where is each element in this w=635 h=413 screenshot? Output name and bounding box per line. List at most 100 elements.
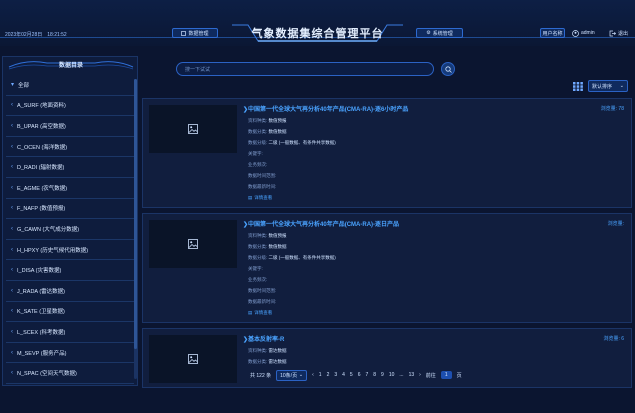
image-placeholder-icon [188, 124, 198, 134]
chevron-down-icon: ⌄ [298, 371, 304, 378]
meta-frequency: 业务频次: [248, 277, 268, 282]
data-manage-button[interactable]: 数据管理 [172, 28, 218, 38]
meta-frequency: 业务频次: [248, 162, 268, 167]
chevron-left-icon: ‹ [11, 308, 13, 315]
page-5[interactable]: 5 [350, 372, 353, 378]
dataset-title-link[interactable]: ❯中国第一代全球大气再分析40年产品(CMA-RA)-逐日产品 [243, 219, 399, 228]
catalog-item-i-disa[interactable]: ‹ I_DISA (灾害数据) [6, 260, 134, 281]
dataset-title: 基本反射率-R [248, 337, 285, 343]
search-button[interactable] [441, 62, 455, 76]
page-6[interactable]: 6 [358, 372, 361, 378]
meta-level: 数据分级: 二级 (一般数据、有条件共享数据) [248, 140, 336, 145]
data-manage-label: 数据管理 [188, 30, 209, 37]
chevron-left-icon: ‹ [11, 246, 13, 253]
meta-time-range: 数据时间范围: [248, 173, 277, 178]
user-name-label: 用户名称 [542, 30, 563, 37]
catalog-item-k-sate[interactable]: ‹ K_SATE (卫星数据) [6, 302, 134, 323]
page-2[interactable]: 2 [327, 372, 330, 378]
page-size-select[interactable]: 10条/页 ⌄ [276, 369, 308, 381]
sort-select[interactable]: 默认排序 ⌄ [588, 80, 628, 92]
catalog-item-l-scex[interactable]: ‹ L_SCEX (科考数据) [6, 322, 134, 343]
search-input[interactable]: 搜一下试试 [176, 62, 434, 76]
page-8[interactable]: 8 [373, 372, 376, 378]
next-page-button[interactable]: › [419, 372, 421, 378]
catalog-item-label: 全部 [18, 82, 30, 89]
page-last[interactable]: 13 [409, 372, 415, 378]
prev-page-button[interactable]: ‹ [312, 372, 314, 378]
sidebar-scroll-thumb[interactable] [134, 79, 137, 349]
page-size-label: 10条/页 [280, 372, 298, 379]
catalog-item-d-radi[interactable]: ‹ D_RADI (辐射数据) [6, 157, 134, 178]
page-ellipsis[interactable]: ... [399, 372, 403, 378]
view-count: 浏览量: [607, 221, 624, 227]
user-name-button[interactable]: 用户名称 [540, 28, 565, 38]
view-count: 浏览量: 78 [600, 106, 624, 112]
chevron-left-icon: ‹ [11, 287, 13, 294]
meta-category: 数据分类: 数值数据 [248, 244, 287, 249]
image-placeholder-icon [188, 354, 198, 364]
meta-update-time: 数据最新时间: [248, 299, 277, 304]
goto-label: 前往 [425, 372, 436, 379]
catalog-item-m-sevp[interactable]: ‹ M_SEVP (服务产品) [6, 343, 134, 364]
catalog-item-label: E_AGME (农气数据) [17, 185, 68, 192]
view-detail-link[interactable]: ▤ 详情查看 [248, 310, 272, 316]
page-9[interactable]: 9 [381, 372, 384, 378]
dataset-title: 中国第一代全球大气再分析40年产品(CMA-RA)-逐6小时产品 [248, 107, 409, 113]
meta-keywords: 关键字: [248, 266, 263, 271]
dataset-thumbnail [149, 335, 237, 383]
total-count: 共 122 条 [250, 372, 272, 379]
title-banner: 气象数据集综合管理平台 [230, 22, 405, 44]
user-menu[interactable]: admin [572, 28, 595, 38]
catalog-item-a-surf[interactable]: ‹ A_SURF (地面资料) [6, 96, 134, 117]
catalog-item-e-agme[interactable]: ‹ E_AGME (农气数据) [6, 178, 134, 199]
view-detail-label: 详情查看 [254, 310, 273, 315]
dataset-card: ❯中国第一代全球大气再分析40年产品(CMA-RA)-逐6小时产品 浏览量: 7… [142, 98, 632, 208]
username: admin [581, 30, 595, 36]
chevron-left-icon: ‹ [11, 143, 13, 150]
dataset-title-link[interactable]: ❯基本反射率-R [243, 334, 284, 343]
goto-page-input[interactable]: 1 [440, 371, 452, 379]
meta-source: 资料种类: 数值预报 [248, 233, 287, 238]
dataset-title: 中国第一代全球大气再分析40年产品(CMA-RA)-逐日产品 [248, 222, 400, 228]
view-detail-link[interactable]: ▤ 详情查看 [248, 195, 272, 201]
catalog-item-all[interactable]: ▾ 全部 [6, 75, 134, 96]
chevron-down-icon: ▾ [11, 82, 15, 89]
chevron-down-icon: ⌄ [619, 83, 624, 89]
catalog-item-label: D_RADI (辐射数据) [17, 165, 65, 172]
document-icon: ▤ [248, 310, 253, 315]
meta-update-time: 数据最新时间: [248, 184, 277, 189]
catalog-item-b-upar[interactable]: ‹ B_UPAR (高空数据) [6, 116, 134, 137]
data-catalog-sidebar: 数据目录 ▾ 全部 ‹ A_SURF (地面资料) ‹ B_UPAR (高空数据) ‹… [2, 56, 138, 386]
catalog-item-n-spac[interactable]: ‹ N_SPAC (空间天气数据) [6, 363, 134, 384]
catalog-title: 数据目录 [58, 62, 83, 69]
system-manage-button[interactable]: ⚙ 系统管理 [416, 28, 463, 38]
gear-icon: ⚙ [426, 30, 431, 36]
catalog-item-label: F_NAFP (数值预报) [17, 206, 66, 213]
catalog-item-f-nafp[interactable]: ‹ F_NAFP (数值预报) [6, 199, 134, 220]
grid-view-icon[interactable] [573, 82, 583, 91]
meta-time-range: 数据时间范围: [248, 288, 277, 293]
page-7[interactable]: 7 [365, 372, 368, 378]
catalog-item-g-cawn[interactable]: ‹ G_CAWN (大气成分数据) [6, 219, 134, 240]
chevron-left-icon: ‹ [11, 122, 13, 129]
catalog-item-h-hpxy[interactable]: ‹ H_HPXY (历史气候代用数据) [6, 240, 134, 261]
page-3[interactable]: 3 [334, 372, 337, 378]
user-icon [572, 29, 579, 37]
catalog-item-label: B_UPAR (高空数据) [17, 123, 66, 130]
chevron-left-icon: ‹ [11, 328, 13, 335]
catalog-item-label: H_HPXY (历史气候代用数据) [17, 247, 89, 254]
catalog-item-label: G_CAWN (大气成分数据) [17, 226, 80, 233]
catalog-item-j-rada[interactable]: ‹ J_RADA (雷达数据) [6, 281, 134, 302]
catalog-item-c-ocen[interactable]: ‹ C_OCEN (海洋数据) [6, 137, 134, 158]
page-10[interactable]: 10 [389, 372, 395, 378]
page-suffix: 页 [456, 372, 462, 379]
dataset-title-link[interactable]: ❯中国第一代全球大气再分析40年产品(CMA-RA)-逐6小时产品 [243, 104, 408, 113]
catalog-tree: ▾ 全部 ‹ A_SURF (地面资料) ‹ B_UPAR (高空数据) ‹ C_OCE… [6, 75, 134, 385]
document-icon: ▤ [248, 195, 253, 200]
page-4[interactable]: 4 [342, 372, 345, 378]
catalog-item-label: J_RADA (雷达数据) [17, 288, 65, 295]
meta-category: 数据分类: 数值数据 [248, 129, 287, 134]
sidebar-scrollbar[interactable] [134, 79, 137, 379]
logout-button[interactable]: 退出 [609, 28, 628, 38]
page-1[interactable]: 1 [319, 372, 322, 378]
